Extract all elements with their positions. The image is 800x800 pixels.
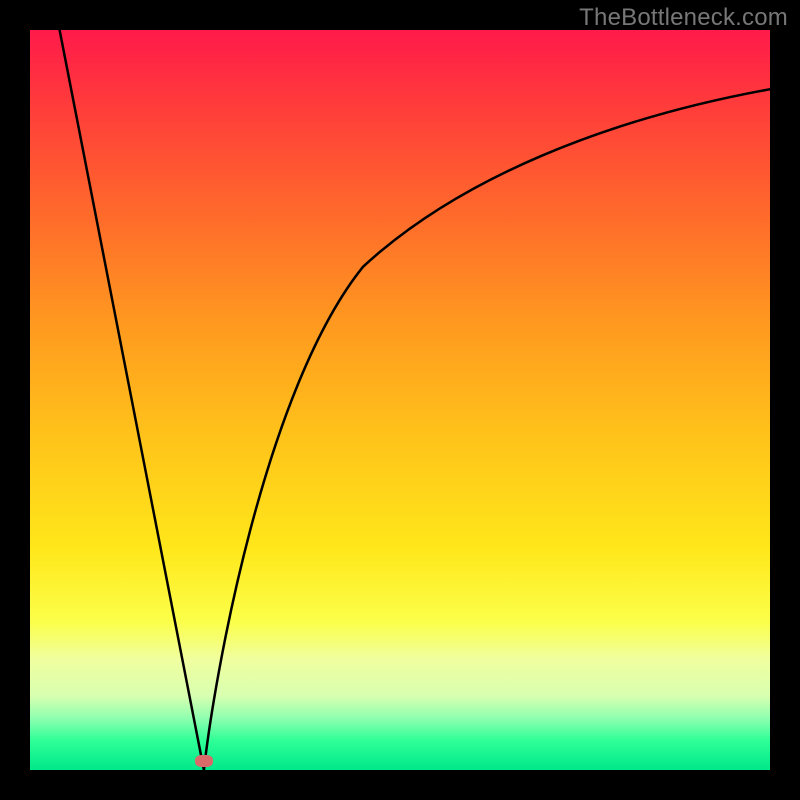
curve-svg — [30, 30, 770, 770]
vertex-marker — [195, 755, 213, 767]
curve-path — [60, 30, 770, 770]
chart-frame: TheBottleneck.com — [0, 0, 800, 800]
watermark-text: TheBottleneck.com — [579, 4, 788, 32]
plot-area — [30, 30, 770, 770]
